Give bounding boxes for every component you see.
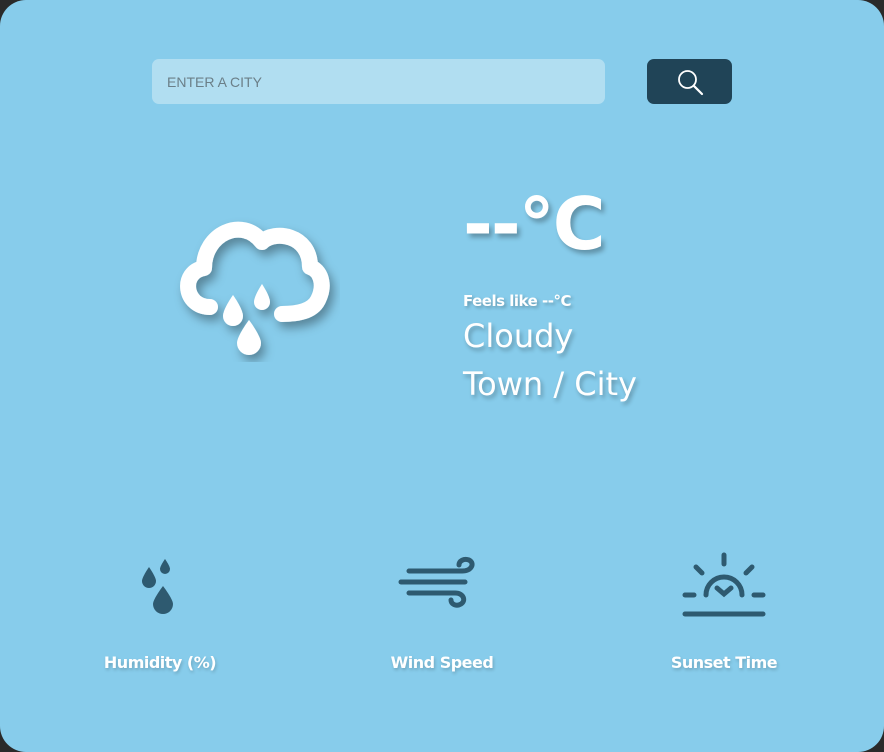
city-search-input[interactable] [152,59,605,104]
temperature-value: --°C [463,182,606,266]
search-button[interactable] [647,59,732,104]
location-name: Town / City [463,365,637,403]
weather-condition: Cloudy [463,317,574,355]
humidity-stat: Humidity (%) [60,548,260,678]
sunset-stat: Sunset Time [624,548,824,678]
sunset-label: Sunset Time [670,653,778,672]
weather-card: --°C Feels like --°C Cloudy Town / City … [0,0,884,752]
wind-speed-label: Wind Speed [390,653,494,672]
wind-speed-stat: Wind Speed [342,548,542,678]
humidity-icon [130,548,190,622]
humidity-label: Humidity (%) [103,653,217,672]
feels-like-text: Feels like --°C [463,292,572,310]
search-icon [676,68,704,96]
sunset-icon [674,548,774,627]
cloud-rain-icon [170,212,340,362]
wind-icon [397,548,487,622]
